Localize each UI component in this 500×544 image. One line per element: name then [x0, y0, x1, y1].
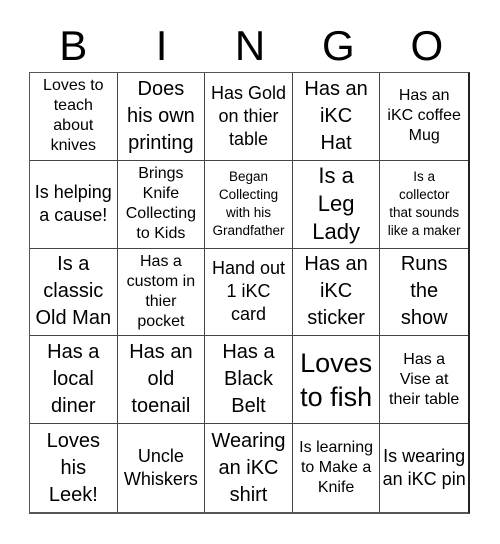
bingo-cell[interactable]: Loves to fish [292, 336, 381, 425]
bingo-cell[interactable]: Is wearing an iKC pin [380, 424, 468, 512]
bingo-cell[interactable]: Has an iKC coffee Mug [380, 73, 468, 161]
bingo-header: B I N G O [29, 20, 471, 72]
bingo-cell[interactable]: Is a classic Old Man [30, 248, 118, 337]
bingo-cell[interactable]: Has Gold on thier table [205, 73, 293, 161]
bingo-cell[interactable]: Loves to teach about knives [30, 73, 118, 161]
header-letter-b: B [59, 22, 88, 69]
bingo-cell[interactable]: Began Collecting with his Grandfather [205, 160, 293, 249]
bingo-cell[interactable]: Is a collector that sounds like a maker [380, 161, 468, 249]
bingo-cell[interactable]: Hand out 1 iKC card [205, 248, 293, 337]
bingo-cell[interactable]: Loves his Leek! [30, 424, 118, 512]
header-letter-n: N [234, 22, 266, 69]
bingo-cell[interactable]: Has an iKC Hat [292, 73, 381, 161]
bingo-cell[interactable]: Runs the show [380, 249, 468, 337]
bingo-cell[interactable]: Has an iKC sticker [292, 248, 381, 337]
bingo-cell[interactable]: Wearing an iKC shirt [205, 424, 293, 512]
bingo-cell[interactable]: Uncle Whiskers [118, 424, 206, 512]
bingo-cell[interactable]: Is a Leg Lady [292, 160, 381, 249]
bingo-cell[interactable]: Is learning to Make a Knife [293, 424, 381, 512]
header-letter-o: O [410, 22, 444, 69]
bingo-cell[interactable]: Does his own printing [117, 73, 206, 161]
bingo-cell[interactable]: Has a local diner [30, 336, 118, 425]
bingo-cell[interactable]: Has a Vise at their table [380, 336, 468, 425]
bingo-cell[interactable]: Is helping a cause! [30, 160, 118, 249]
header-letter-g: G [322, 22, 355, 69]
bingo-cell[interactable]: Has an old toenail [117, 336, 206, 425]
header-letter-i: I [155, 22, 168, 69]
bingo-cell[interactable]: Has a Black Belt [205, 336, 293, 425]
bingo-cell[interactable]: Brings Knife Collecting to Kids [117, 160, 206, 249]
bingo-cell[interactable]: Has a custom in thier pocket [117, 248, 206, 337]
bingo-grid: Loves to teach about knives Does his own… [29, 72, 470, 514]
